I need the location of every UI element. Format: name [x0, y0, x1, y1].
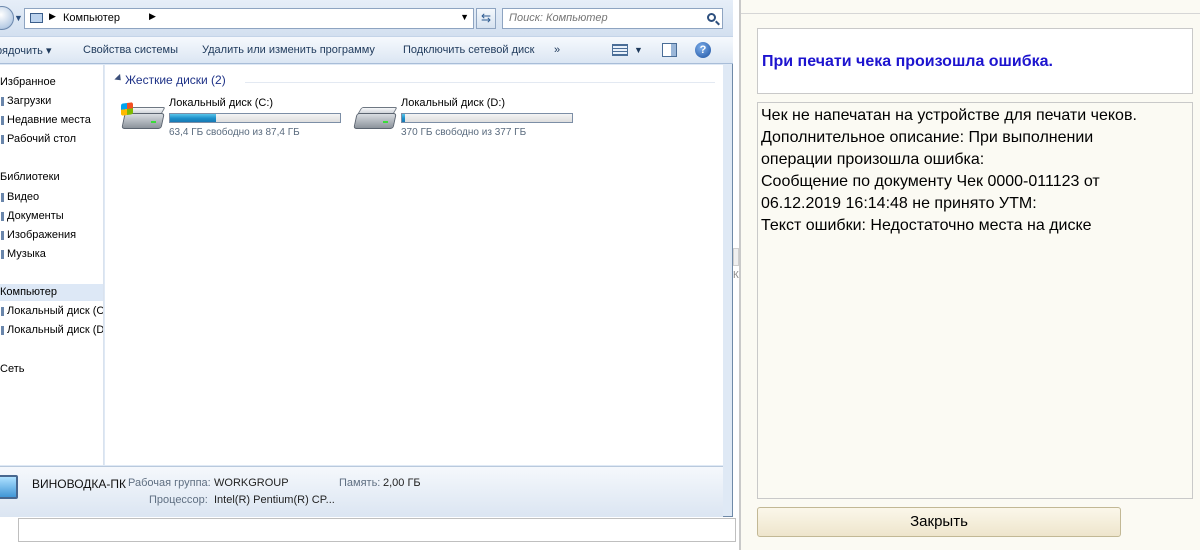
- nav-disk-c[interactable]: Локальный диск (C: [0, 303, 103, 320]
- history-dropdown-icon[interactable]: ▼: [14, 13, 23, 23]
- nav-network[interactable]: Сеть: [0, 361, 24, 378]
- memory-value: 2,00 ГБ: [383, 477, 421, 489]
- error-message-box[interactable]: Чек не напечатан на устройстве для печат…: [757, 102, 1193, 499]
- cpu-label: Процессор:: [149, 494, 208, 506]
- more-commands-button[interactable]: »: [554, 44, 560, 56]
- windows-logo-icon: [121, 102, 133, 116]
- nav-desktop[interactable]: Рабочий стол: [0, 131, 76, 148]
- nav-video[interactable]: Видео: [0, 189, 39, 206]
- computer-name: ВИНОВОДКА-ПК: [32, 477, 127, 491]
- content-pane: Жесткие диски (2) Локальный диск (C:) 63…: [105, 65, 723, 465]
- system-properties-button[interactable]: Свойства системы: [83, 44, 178, 56]
- refresh-button[interactable]: ⇆: [476, 8, 496, 29]
- address-field[interactable]: ▶ Компьютер ▶ ▼: [24, 8, 474, 29]
- dialog-divider: [741, 13, 1200, 14]
- nav-recent-places[interactable]: Недавние места: [1, 112, 91, 129]
- group-divider: [245, 82, 715, 83]
- search-box[interactable]: [502, 8, 723, 29]
- nav-favorites[interactable]: Избранное: [0, 74, 56, 91]
- message-line: операции произошла ошибка:: [761, 151, 985, 168]
- breadcrumb-arrow-icon[interactable]: ▶: [149, 11, 156, 22]
- nav-music[interactable]: Музыка: [1, 246, 46, 263]
- message-line: Дополнительное описание: При выполнении: [761, 129, 1094, 146]
- message-line: Текст ошибки: Недостаточно места на диск…: [761, 217, 1092, 234]
- help-icon[interactable]: ?: [695, 42, 711, 58]
- cpu-value: Intel(R) Pentium(R) CP...: [214, 494, 335, 506]
- nav-pictures[interactable]: Изображения: [0, 227, 76, 244]
- nav-computer[interactable]: Компьютер: [0, 284, 103, 301]
- breadcrumb-arrow-icon[interactable]: ▶: [49, 11, 56, 22]
- nav-disk-d[interactable]: Локальный диск (D: [0, 322, 103, 339]
- message-line: 06.12.2019 16:14:48 не принято УТМ:: [761, 195, 1037, 212]
- details-pane: ВИНОВОДКА-ПК Рабочая группа: WORKGROUP П…: [0, 466, 723, 517]
- workgroup-label: Рабочая группа:: [128, 477, 211, 489]
- map-network-drive-button[interactable]: Подключить сетевой диск: [403, 44, 534, 56]
- preview-pane-icon[interactable]: [662, 43, 677, 57]
- uninstall-program-button[interactable]: Удалить или изменить программу: [202, 44, 375, 56]
- view-dropdown-icon[interactable]: ▼: [634, 45, 643, 55]
- address-bar-area: ▼ ▶ Компьютер ▶ ▼ ⇆: [0, 0, 733, 36]
- computer-icon: [0, 475, 18, 499]
- hard-drive-icon: [121, 102, 166, 133]
- drive-free-space: 63,4 ГБ свободно из 87,4 ГБ: [169, 127, 300, 138]
- search-input[interactable]: [509, 12, 699, 24]
- close-button[interactable]: Закрыть: [757, 507, 1121, 537]
- drive-d[interactable]: Локальный диск (D:) 370 ГБ свободно из 3…: [353, 95, 578, 145]
- computer-icon: [30, 13, 43, 23]
- error-dialog: При печати чека произошла ошибка. Чек не…: [739, 0, 1200, 550]
- drive-c[interactable]: Локальный диск (C:) 63,4 ГБ свободно из …: [121, 95, 346, 145]
- error-title-box: При печати чека произошла ошибка.: [757, 28, 1193, 94]
- change-view-icon[interactable]: [612, 44, 628, 56]
- error-title: При печати чека произошла ошибка.: [762, 53, 1053, 70]
- drive-name: Локальный диск (C:): [169, 97, 274, 109]
- memory-label: Память:: [339, 477, 381, 489]
- collapse-group-icon[interactable]: [114, 73, 124, 84]
- address-dropdown-icon[interactable]: ▼: [460, 12, 469, 22]
- navigation-pane: Избранное Загрузки Недавние места Рабочи…: [0, 65, 104, 465]
- nav-libraries[interactable]: Библиотеки: [0, 169, 60, 186]
- message-line: Чек не напечатан на устройстве для печат…: [761, 107, 1137, 124]
- nav-downloads[interactable]: Загрузки: [0, 93, 51, 110]
- explorer-window: ▼ ▶ Компьютер ▶ ▼ ⇆ рядочить ▾ Свойства …: [0, 0, 733, 517]
- workgroup-value: WORKGROUP: [214, 477, 289, 489]
- nav-documents[interactable]: Документы: [1, 208, 64, 225]
- search-icon[interactable]: [707, 13, 716, 22]
- command-bar: рядочить ▾ Свойства системы Удалить или …: [0, 36, 733, 64]
- group-header-hard-drives[interactable]: Жесткие диски (2): [125, 73, 226, 87]
- drive-name: Локальный диск (D:): [401, 97, 506, 109]
- background-app-strip: [18, 518, 736, 542]
- drive-free-space: 370 ГБ свободно из 377 ГБ: [401, 127, 527, 138]
- back-button[interactable]: [0, 6, 14, 30]
- breadcrumb-computer[interactable]: Компьютер: [63, 12, 120, 24]
- hard-drive-icon: [353, 103, 398, 133]
- drive-usage-bar: [401, 113, 573, 123]
- drive-usage-bar: [169, 113, 341, 123]
- message-line: Сообщение по документу Чек 0000-011123 о…: [761, 173, 1100, 190]
- organize-button[interactable]: рядочить ▾: [0, 44, 51, 57]
